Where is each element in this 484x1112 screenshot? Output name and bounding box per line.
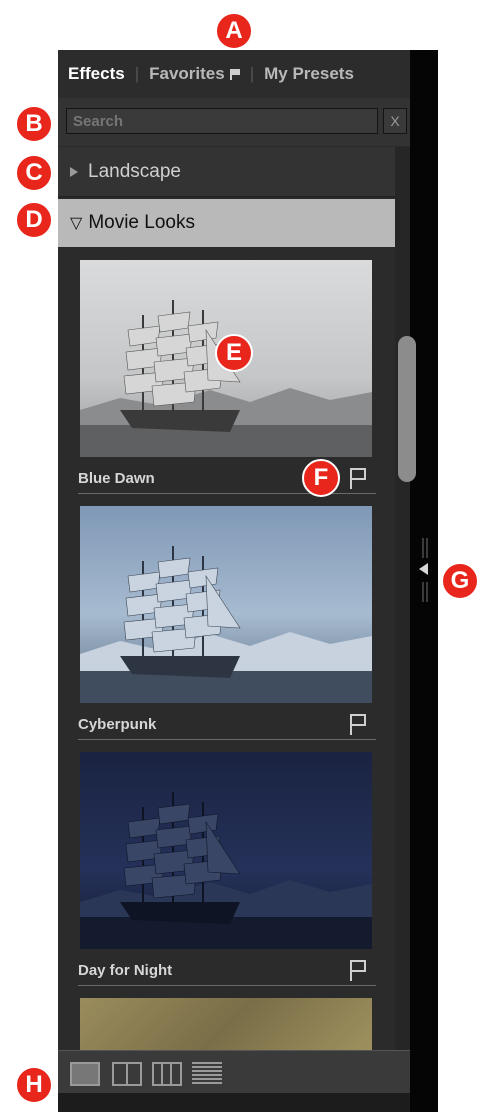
tall-ship-image: [80, 506, 372, 703]
preset-item-cyberpunk[interactable]: Cyberpunk: [78, 506, 376, 741]
flag-outline-icon[interactable]: [348, 958, 368, 982]
search-bar: X: [58, 98, 410, 146]
flag-outline-icon[interactable]: [348, 466, 368, 490]
callout-c: C: [15, 154, 53, 192]
callout-b: B: [15, 105, 53, 143]
preset-name: Blue Dawn: [78, 469, 155, 487]
category-movie-looks[interactable]: ▽ Movie Looks: [58, 199, 395, 247]
list-view-icon[interactable]: [192, 1062, 222, 1086]
tab-effects[interactable]: Effects: [58, 64, 135, 84]
callout-g: G: [441, 562, 479, 600]
panel-side-rail: [410, 50, 438, 1112]
scrollbar-thumb[interactable]: [398, 336, 416, 482]
panel-tabs: Effects | Favorites | My Presets: [58, 50, 410, 98]
callout-a: A: [215, 12, 253, 50]
preset-item-day-for-night[interactable]: Day for Night: [78, 752, 376, 987]
preset-thumbnail[interactable]: [80, 752, 372, 949]
view-mode-bar: [58, 1050, 410, 1093]
flag-outline-icon[interactable]: [348, 712, 368, 736]
preset-name-row: Cyberpunk: [78, 709, 376, 740]
triangle-right-icon: [70, 166, 78, 177]
search-input[interactable]: [66, 108, 378, 134]
single-column-view-icon[interactable]: [70, 1062, 100, 1086]
clear-search-button[interactable]: X: [383, 108, 407, 134]
callout-f: F: [302, 459, 340, 497]
collapse-panel-icon[interactable]: [419, 563, 428, 575]
preset-thumbnail[interactable]: [80, 998, 372, 1050]
tab-my-presets[interactable]: My Presets: [254, 64, 364, 84]
grip-handle-icon[interactable]: [422, 582, 428, 602]
callout-d: D: [15, 201, 53, 239]
preset-item-blue-dawn[interactable]: Blue Dawn: [78, 260, 376, 495]
tall-ship-image: [80, 752, 372, 949]
panel-footer: [58, 1093, 410, 1112]
callout-e: E: [215, 334, 253, 372]
grip-handle-icon[interactable]: [422, 538, 428, 558]
preset-name: Day for Night: [78, 961, 173, 979]
preset-thumbnail[interactable]: [80, 506, 372, 703]
preset-name: Cyberpunk: [78, 715, 157, 733]
tab-favorites-label: Favorites: [149, 64, 225, 83]
triangle-down-icon: ▽: [70, 215, 83, 232]
two-column-view-icon[interactable]: [112, 1062, 142, 1086]
three-column-view-icon[interactable]: [152, 1062, 182, 1086]
category-label: Landscape: [88, 160, 181, 182]
scrollbar-track[interactable]: [395, 147, 410, 1050]
category-landscape[interactable]: Landscape: [58, 147, 395, 197]
tab-favorites[interactable]: Favorites: [139, 64, 250, 84]
category-label: Movie Looks: [88, 212, 195, 233]
preset-name-row: Day for Night: [78, 955, 376, 986]
callout-h: H: [15, 1066, 53, 1104]
flag-icon: [229, 69, 240, 80]
preset-item-partial[interactable]: [78, 998, 376, 1050]
